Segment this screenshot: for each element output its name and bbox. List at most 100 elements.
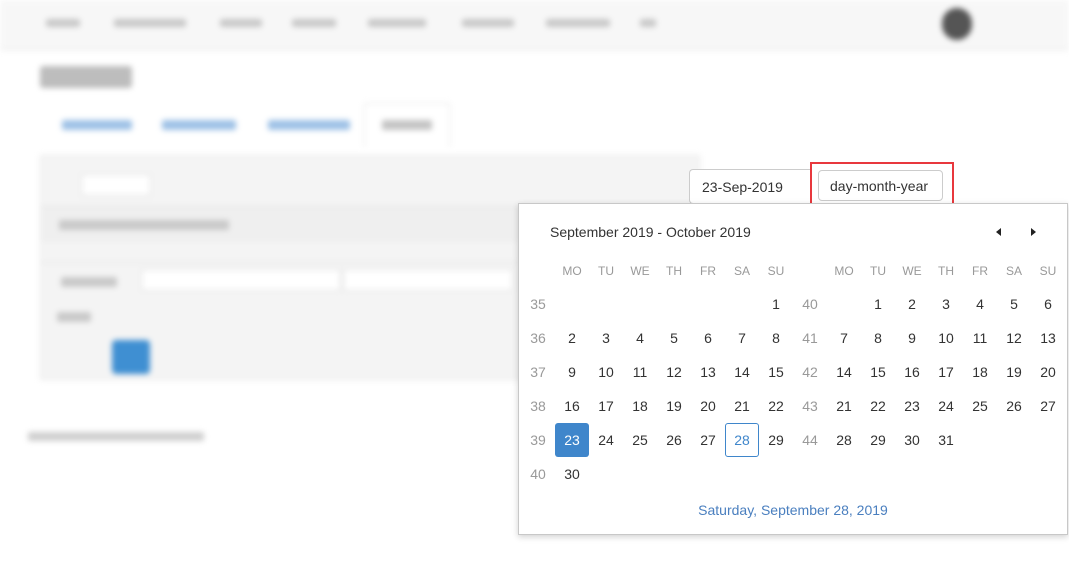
calendar-day[interactable]: 24 — [589, 423, 623, 457]
calendar-day[interactable]: 25 — [963, 389, 997, 423]
calendar-day[interactable]: 14 — [827, 355, 861, 389]
tab-placeholder — [62, 120, 132, 130]
calendar-day[interactable]: 15 — [759, 355, 793, 389]
weekday-header: FR — [972, 264, 988, 278]
week-number: 39 — [530, 432, 546, 448]
calendar-day[interactable]: 16 — [555, 389, 589, 423]
weekday-header: MO — [834, 264, 854, 278]
calendar-day[interactable]: 27 — [691, 423, 725, 457]
calendar-day[interactable]: 15 — [861, 355, 895, 389]
calendar-day[interactable]: 29 — [861, 423, 895, 457]
calendar-day[interactable]: 10 — [929, 321, 963, 355]
calendar-day[interactable]: 12 — [657, 355, 691, 389]
calendar-day[interactable]: 8 — [861, 321, 895, 355]
calendar-day[interactable]: 30 — [555, 457, 589, 491]
nav-item-placeholder — [292, 17, 336, 31]
weekday-header: WE — [902, 264, 922, 278]
calendar-day[interactable]: 6 — [1031, 287, 1065, 321]
calendar-day[interactable]: 4 — [623, 321, 657, 355]
calendar-day[interactable]: 18 — [623, 389, 657, 423]
weekday-header: FR — [700, 264, 716, 278]
date-input[interactable] — [689, 169, 821, 204]
weekday-header: SU — [767, 264, 785, 278]
page-title-placeholder — [40, 66, 132, 88]
calendar-day[interactable]: 19 — [657, 389, 691, 423]
calendar-day[interactable]: 18 — [963, 355, 997, 389]
calendar-day[interactable]: 21 — [827, 389, 861, 423]
calendar-day[interactable]: 8 — [759, 321, 793, 355]
caret-right-icon[interactable] — [1026, 225, 1040, 239]
calendar-day[interactable]: 25 — [623, 423, 657, 457]
calendar-day[interactable]: 10 — [589, 355, 623, 389]
nav-item-placeholder — [46, 17, 80, 31]
calendar-day[interactable]: 28 — [725, 423, 759, 457]
avatar — [942, 8, 972, 40]
calendar-day[interactable]: 26 — [997, 389, 1031, 423]
calendar-day[interactable]: 21 — [725, 389, 759, 423]
week-number: 43 — [802, 398, 818, 414]
calendar-day[interactable]: 22 — [759, 389, 793, 423]
top-navigation-bar — [0, 0, 1069, 50]
calendar-day[interactable]: 2 — [555, 321, 589, 355]
nav-item-placeholder — [220, 17, 262, 31]
calendar-day[interactable]: 12 — [997, 321, 1031, 355]
date-format-input[interactable] — [818, 170, 943, 201]
week-number: 40 — [802, 296, 818, 312]
week-number: 42 — [802, 364, 818, 380]
calendar-day[interactable]: 5 — [657, 321, 691, 355]
calendar-day[interactable]: 3 — [589, 321, 623, 355]
nav-item-placeholder — [368, 17, 426, 31]
calendar-day[interactable]: 20 — [1031, 355, 1065, 389]
calendar-day[interactable]: 24 — [929, 389, 963, 423]
weekday-header: TH — [666, 264, 682, 278]
calendar-day[interactable]: 30 — [895, 423, 929, 457]
week-number: 38 — [530, 398, 546, 414]
calendar-day[interactable]: 5 — [997, 287, 1031, 321]
calendar-day[interactable]: 17 — [929, 355, 963, 389]
input-placeholder — [81, 174, 151, 196]
calendar-day[interactable]: 1 — [759, 287, 793, 321]
calendar-day[interactable]: 20 — [691, 389, 725, 423]
weekday-header: TU — [598, 264, 614, 278]
calendar-day[interactable]: 27 — [1031, 389, 1065, 423]
weekday-header: SU — [1039, 264, 1057, 278]
weekday-header: MO — [562, 264, 582, 278]
calendar-day[interactable]: 7 — [725, 321, 759, 355]
selected-date-link[interactable]: Saturday, September 28, 2019 — [519, 502, 1067, 518]
calendar-day[interactable]: 7 — [827, 321, 861, 355]
calendar-day[interactable]: 4 — [963, 287, 997, 321]
calendar-day[interactable]: 9 — [555, 355, 589, 389]
calendar-day[interactable]: 28 — [827, 423, 861, 457]
week-number: 40 — [530, 466, 546, 482]
weekday-header: TU — [870, 264, 886, 278]
calendar-day[interactable]: 3 — [929, 287, 963, 321]
pagination-button — [112, 340, 150, 374]
calendar-day[interactable]: 31 — [929, 423, 963, 457]
week-number: 37 — [530, 364, 546, 380]
week-number: 41 — [802, 330, 818, 346]
nav-item-placeholder — [546, 17, 610, 31]
calendar-day[interactable]: 14 — [725, 355, 759, 389]
calendar-day[interactable]: 9 — [895, 321, 929, 355]
calendar-day[interactable]: 16 — [895, 355, 929, 389]
calendar-day[interactable]: 19 — [997, 355, 1031, 389]
calendar-day[interactable]: 6 — [691, 321, 725, 355]
nav-item-placeholder — [114, 17, 186, 31]
calendar-day[interactable]: 26 — [657, 423, 691, 457]
calendar-day[interactable]: 22 — [861, 389, 895, 423]
calendar-day[interactable]: 23 — [555, 423, 589, 457]
calendar-day[interactable]: 11 — [963, 321, 997, 355]
calendar-day[interactable]: 1 — [861, 287, 895, 321]
calendar-day[interactable]: 23 — [895, 389, 929, 423]
calendar-day[interactable]: 17 — [589, 389, 623, 423]
input-placeholder — [343, 269, 513, 291]
text-placeholder — [57, 312, 91, 322]
calendar-day[interactable]: 29 — [759, 423, 793, 457]
calendar-day[interactable]: 13 — [1031, 321, 1065, 355]
calendar-day[interactable]: 13 — [691, 355, 725, 389]
text-placeholder — [59, 220, 229, 230]
weekday-header: TH — [938, 264, 954, 278]
calendar-day[interactable]: 11 — [623, 355, 657, 389]
calendar-day[interactable]: 2 — [895, 287, 929, 321]
caret-left-icon[interactable] — [992, 225, 1006, 239]
